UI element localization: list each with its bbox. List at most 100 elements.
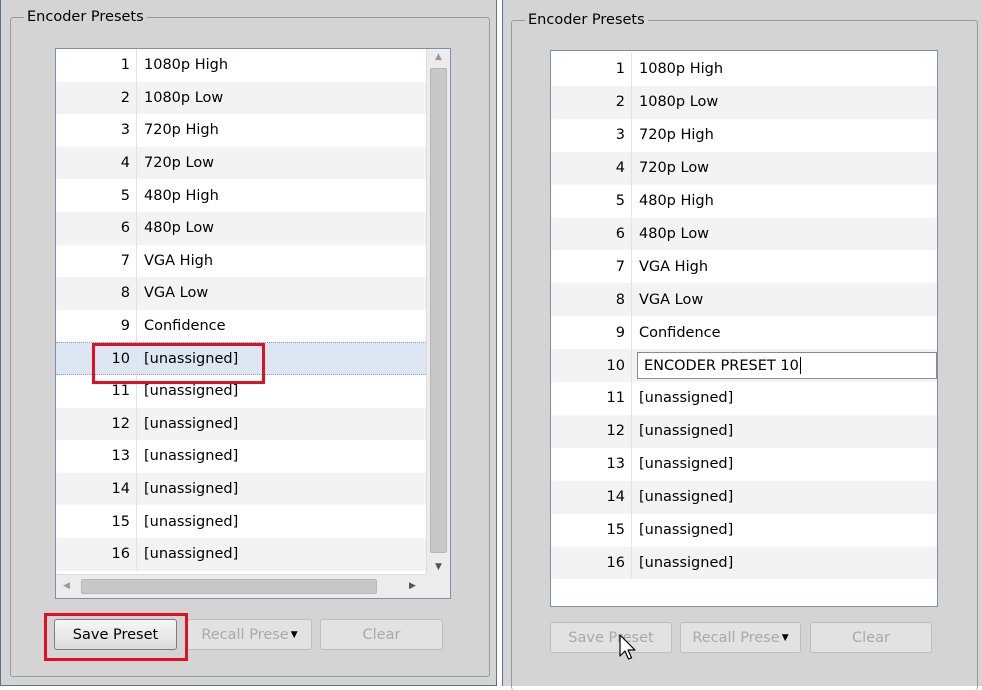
preset-row[interactable]: 14 [unassigned] bbox=[551, 480, 937, 514]
save-button-highlight bbox=[44, 613, 188, 661]
preset-row[interactable]: 13 [unassigned] bbox=[56, 440, 426, 473]
preset-row[interactable]: 1 1080p High bbox=[56, 49, 426, 82]
scroll-thumb[interactable] bbox=[430, 68, 447, 553]
preset-number: 3 bbox=[56, 114, 137, 147]
clear-button[interactable]: Clear bbox=[320, 619, 443, 650]
preset-number: 15 bbox=[551, 513, 632, 547]
preset-number: 5 bbox=[56, 179, 137, 212]
preset-number: 4 bbox=[551, 151, 632, 185]
preset-row[interactable]: 12 [unassigned] bbox=[56, 407, 426, 441]
preset-row[interactable]: 5 480p High bbox=[551, 184, 937, 218]
row-10-highlight bbox=[92, 343, 265, 384]
preset-number: 16 bbox=[56, 538, 137, 571]
preset-name: Confidence bbox=[639, 324, 721, 341]
preset-row[interactable]: 10 ENCODER PRESET 10 bbox=[551, 349, 937, 382]
preset-row[interactable]: 4 720p Low bbox=[56, 146, 426, 180]
preset-name: 480p High bbox=[144, 187, 219, 204]
group-title: Encoder Presets bbox=[24, 7, 147, 27]
triangle-down-icon: ▼ bbox=[781, 632, 789, 643]
preset-name: 1080p Low bbox=[639, 94, 719, 111]
preset-name: VGA High bbox=[144, 252, 214, 269]
recall-preset-button[interactable]: Recall Prese ▼ bbox=[680, 622, 801, 653]
scroll-thumb[interactable] bbox=[81, 579, 377, 594]
preset-name: 1080p Low bbox=[144, 89, 224, 106]
preset-name: 720p High bbox=[639, 127, 714, 144]
preset-row[interactable]: 3 720p High bbox=[56, 114, 426, 147]
preset-name: [unassigned] bbox=[639, 423, 734, 440]
triangle-left-icon[interactable]: ◀ bbox=[63, 581, 70, 591]
preset-number: 6 bbox=[56, 212, 137, 245]
preset-row[interactable]: 9 Confidence bbox=[551, 316, 937, 350]
clear-button[interactable]: Clear bbox=[810, 622, 932, 653]
preset-name-input[interactable]: ENCODER PRESET 10 bbox=[637, 352, 937, 380]
save-preset-button[interactable]: Save Preset bbox=[550, 622, 672, 653]
preset-row[interactable]: 6 480p Low bbox=[551, 217, 937, 251]
preset-row[interactable]: 16 [unassigned] bbox=[551, 546, 937, 580]
preset-name: 720p Low bbox=[639, 160, 710, 177]
preset-name: [unassigned] bbox=[144, 415, 239, 432]
recall-preset-label: Recall Prese bbox=[201, 626, 289, 643]
preset-number: 16 bbox=[551, 546, 632, 580]
triangle-up-icon[interactable]: ▲ bbox=[435, 52, 442, 62]
preset-number: 12 bbox=[56, 407, 137, 441]
preset-row[interactable]: 12 [unassigned] bbox=[551, 414, 937, 448]
clear-label: Clear bbox=[852, 629, 890, 646]
preset-row[interactable]: 4 720p Low bbox=[551, 151, 937, 185]
triangle-right-icon[interactable]: ▶ bbox=[409, 581, 416, 591]
preset-name: 1080p High bbox=[144, 57, 229, 74]
preset-number: 2 bbox=[56, 81, 137, 115]
preset-number: 12 bbox=[551, 414, 632, 448]
preset-name: [unassigned] bbox=[639, 390, 734, 407]
preset-list[interactable]: 16 [unassigned] 15 [unassigned] 14 [unassigne… bbox=[550, 50, 938, 607]
preset-number: 8 bbox=[551, 283, 632, 317]
preset-number: 9 bbox=[56, 309, 137, 343]
preset-name: [unassigned] bbox=[639, 522, 734, 539]
preset-number: 9 bbox=[551, 316, 632, 350]
clear-label: Clear bbox=[362, 626, 401, 643]
preset-number: 4 bbox=[56, 146, 137, 180]
preset-name-input-value: ENCODER PRESET 10 bbox=[644, 357, 799, 374]
triangle-down-icon[interactable]: ▼ bbox=[435, 562, 442, 572]
preset-name: VGA Low bbox=[639, 291, 704, 308]
preset-number: 13 bbox=[56, 440, 137, 473]
scroll-corner bbox=[426, 574, 450, 598]
recall-preset-button[interactable]: Recall Prese ▼ bbox=[187, 619, 312, 650]
text-caret bbox=[799, 357, 801, 375]
preset-row[interactable]: 2 1080p Low bbox=[56, 81, 426, 115]
preset-name: [unassigned] bbox=[144, 448, 239, 465]
preset-name: [unassigned] bbox=[144, 546, 239, 563]
preset-row[interactable]: 8 VGA Low bbox=[551, 283, 937, 317]
preset-name: VGA High bbox=[639, 258, 709, 275]
preset-row[interactable]: 13 [unassigned] bbox=[551, 447, 937, 481]
preset-row[interactable]: 1 1080p High bbox=[551, 53, 937, 86]
preset-name: 1080p High bbox=[639, 61, 724, 78]
preset-number: 13 bbox=[551, 447, 632, 481]
preset-row[interactable]: 9 Confidence bbox=[56, 309, 426, 343]
triangle-down-icon: ▼ bbox=[290, 629, 298, 640]
vertical-scrollbar[interactable]: ▲ ▼ bbox=[426, 49, 450, 575]
preset-row[interactable]: 8 VGA Low bbox=[56, 277, 426, 310]
preset-name: 480p Low bbox=[144, 220, 215, 237]
preset-name: 480p High bbox=[639, 193, 714, 210]
preset-row[interactable]: 7 VGA High bbox=[56, 244, 426, 278]
preset-row[interactable]: 15 [unassigned] bbox=[551, 513, 937, 547]
preset-number: 1 bbox=[56, 49, 137, 82]
horizontal-scrollbar[interactable]: ◀ ▶ bbox=[56, 574, 426, 598]
preset-row[interactable]: 3 720p High bbox=[551, 118, 937, 152]
preset-name: [unassigned] bbox=[639, 489, 734, 506]
preset-name: 480p Low bbox=[639, 225, 710, 242]
preset-row[interactable]: 6 480p Low bbox=[56, 212, 426, 245]
preset-name: VGA Low bbox=[144, 285, 209, 302]
preset-row[interactable]: 15 [unassigned] bbox=[56, 505, 426, 538]
preset-row[interactable]: 5 480p High bbox=[56, 179, 426, 212]
preset-row[interactable]: 2 1080p Low bbox=[551, 85, 937, 119]
preset-name: [unassigned] bbox=[144, 383, 239, 400]
preset-row[interactable]: 11 [unassigned] bbox=[551, 382, 937, 415]
preset-name: 720p High bbox=[144, 122, 219, 139]
preset-number: 7 bbox=[56, 244, 137, 278]
preset-row[interactable]: 16 [unassigned] bbox=[56, 538, 426, 571]
preset-number: 3 bbox=[551, 118, 632, 152]
preset-row[interactable]: 7 VGA High bbox=[551, 250, 937, 284]
preset-row[interactable]: 14 [unassigned] bbox=[56, 472, 426, 506]
preset-list[interactable]: 16 [unassigned] 15 [unassigned] 14 [unassigne… bbox=[55, 48, 451, 599]
